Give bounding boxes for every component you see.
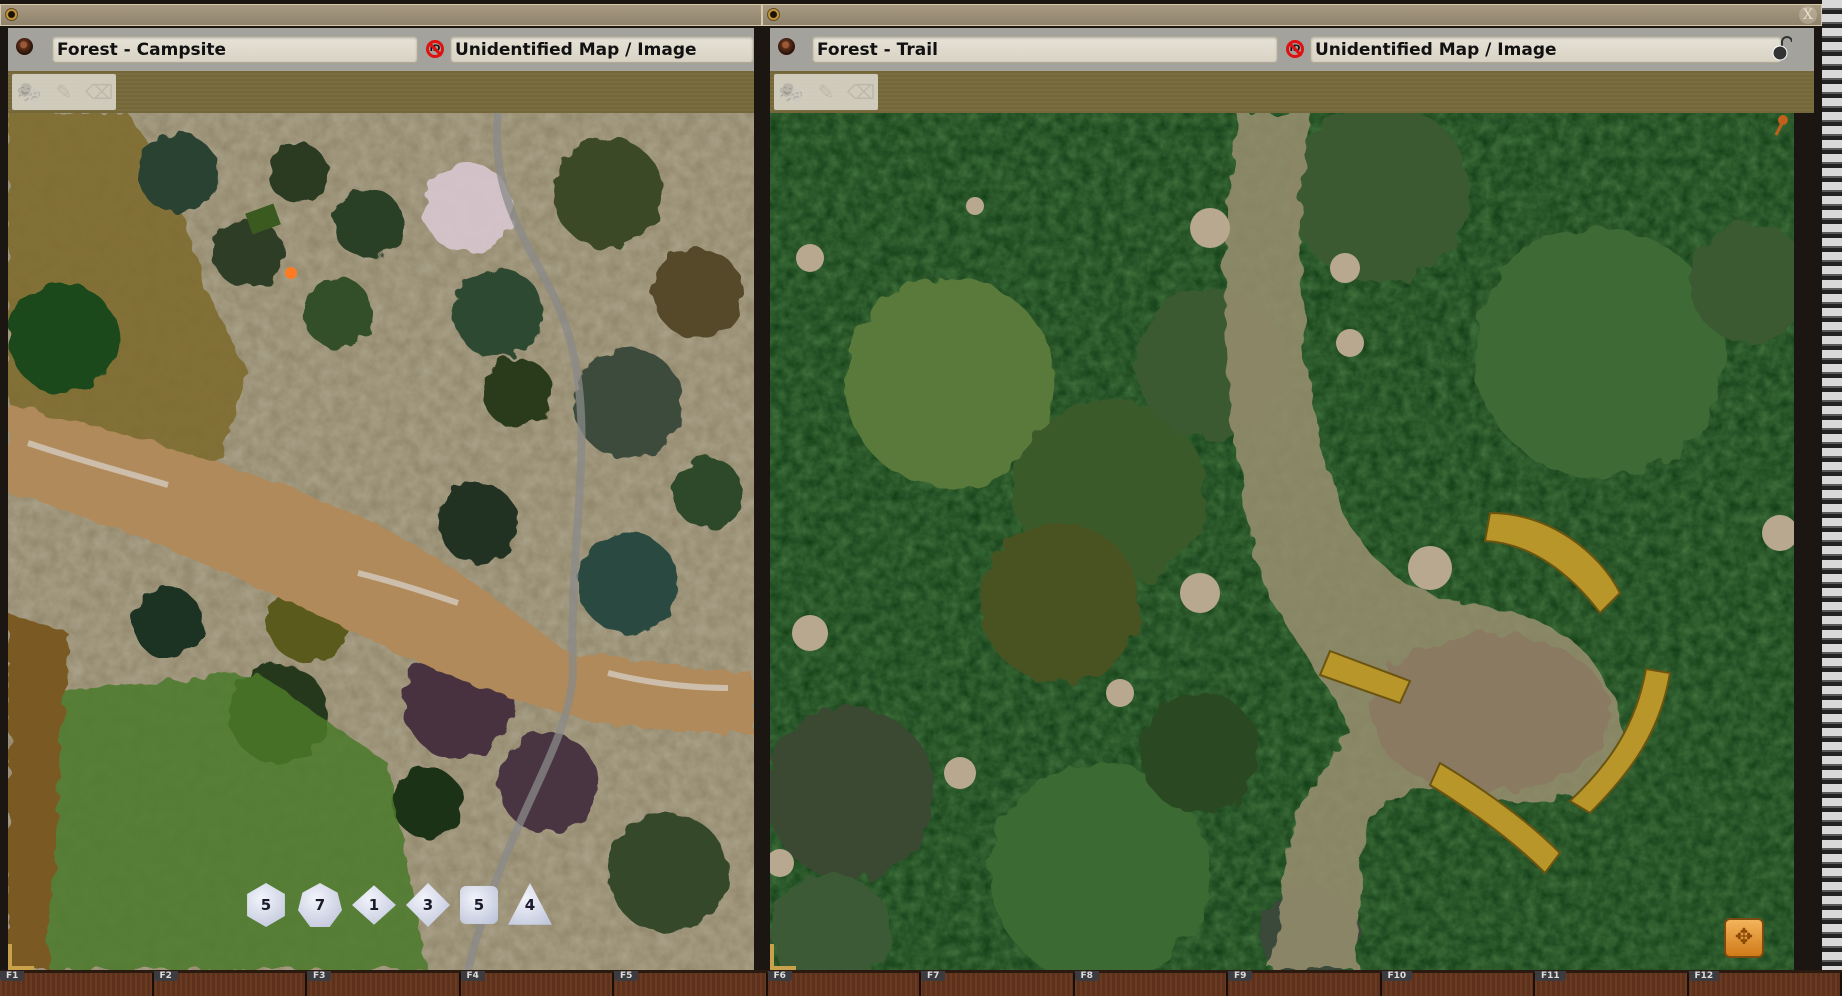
hotkey-slot-f8[interactable]: F8 [1074,971,1228,996]
resize-corner-right[interactable] [770,944,796,970]
window-title-bar[interactable] [0,4,762,26]
map-name-field[interactable]: Forest - Campsite [52,36,418,63]
eraser-tool-icon[interactable]: ⌫ [82,74,116,110]
trail-map-art [770,113,1794,970]
dice-d6[interactable]: 5 [460,886,498,924]
map-type-field[interactable]: Unidentified Map / Image [1310,36,1782,63]
hotkey-slot-f5[interactable]: F5 [614,971,768,996]
campsite-map-art [8,113,754,970]
resize-corner-left[interactable] [8,944,34,970]
chain-scrollbar[interactable] [1822,0,1842,970]
pencil-tool-icon[interactable]: ✎ [809,74,844,110]
map-window-trail: X Forest - Trail ID Unidentified Map / I… [762,0,1822,970]
map-image-campsite[interactable]: 5 7 1 3 5 4 [8,113,754,970]
move-map-button[interactable]: ✥ [1724,918,1764,958]
drawing-tools: 🎭 ✎ ⌫ [12,74,116,110]
hotkey-slot-f4[interactable]: F4 [460,971,614,996]
hotkey-slot-f7[interactable]: F7 [921,971,1075,996]
share-knob-icon[interactable] [778,38,795,55]
hotkey-slot-f10[interactable]: F10 [1381,971,1535,996]
unidentified-icon[interactable]: ID [1286,40,1304,58]
dice-d4[interactable]: 4 [508,883,552,925]
hotkey-slot-f11[interactable]: F11 [1535,971,1689,996]
window-title-bar[interactable]: X [762,4,1822,26]
dice-d12[interactable]: 7 [298,883,342,927]
map-image-trail[interactable]: ✥ [770,113,1794,970]
map-toolbar: 🎭 ✎ ⌫ [770,71,1814,113]
hotkey-slot-f1[interactable]: F1 [0,971,154,996]
window-header: Forest - Campsite ID Unidentified Map / … [8,28,754,71]
hotkey-slot-f9[interactable]: F9 [1228,971,1382,996]
clearing [1370,633,1610,793]
map-name-field[interactable]: Forest - Trail [812,36,1278,63]
dice-d10[interactable]: 1 [352,885,396,925]
close-button[interactable]: X [1799,6,1817,24]
dice-d20[interactable]: 5 [247,883,285,927]
map-pin-icon[interactable] [1774,115,1788,137]
pencil-tool-icon[interactable]: ✎ [47,74,82,110]
mask-tool-icon[interactable]: 🎭 [12,74,47,110]
eraser-tool-icon[interactable]: ⌫ [844,74,878,110]
share-knob-icon[interactable] [16,38,33,55]
unlocked-lock-icon[interactable] [1770,36,1792,62]
window-grommet-icon [767,8,780,21]
hotkey-slot-f2[interactable]: F2 [153,971,307,996]
dice-tray: 5 7 1 3 5 4 [244,883,552,927]
map-toolbar: 🎭 ✎ ⌫ [8,71,754,113]
hotkey-slot-f6[interactable]: F6 [767,971,921,996]
drawing-tools: 🎭 ✎ ⌫ [774,74,878,110]
window-grommet-icon [5,8,18,21]
map-window-campsite: Forest - Campsite ID Unidentified Map / … [0,0,762,970]
hotkey-slot-f12[interactable]: F12 [1688,971,1842,996]
window-header: Forest - Trail ID Unidentified Map / Ima… [770,28,1814,71]
hotkey-bar: F1 F2 F3 F4 F5 F6 F7 F8 F9 F10 F11 F12 [0,970,1842,996]
dice-d8[interactable]: 3 [406,883,450,927]
campfire [285,267,297,279]
unidentified-icon[interactable]: ID [426,40,444,58]
mask-tool-icon[interactable]: 🎭 [774,74,809,110]
hotkey-slot-f3[interactable]: F3 [307,971,461,996]
map-type-field[interactable]: Unidentified Map / Image [450,36,754,63]
